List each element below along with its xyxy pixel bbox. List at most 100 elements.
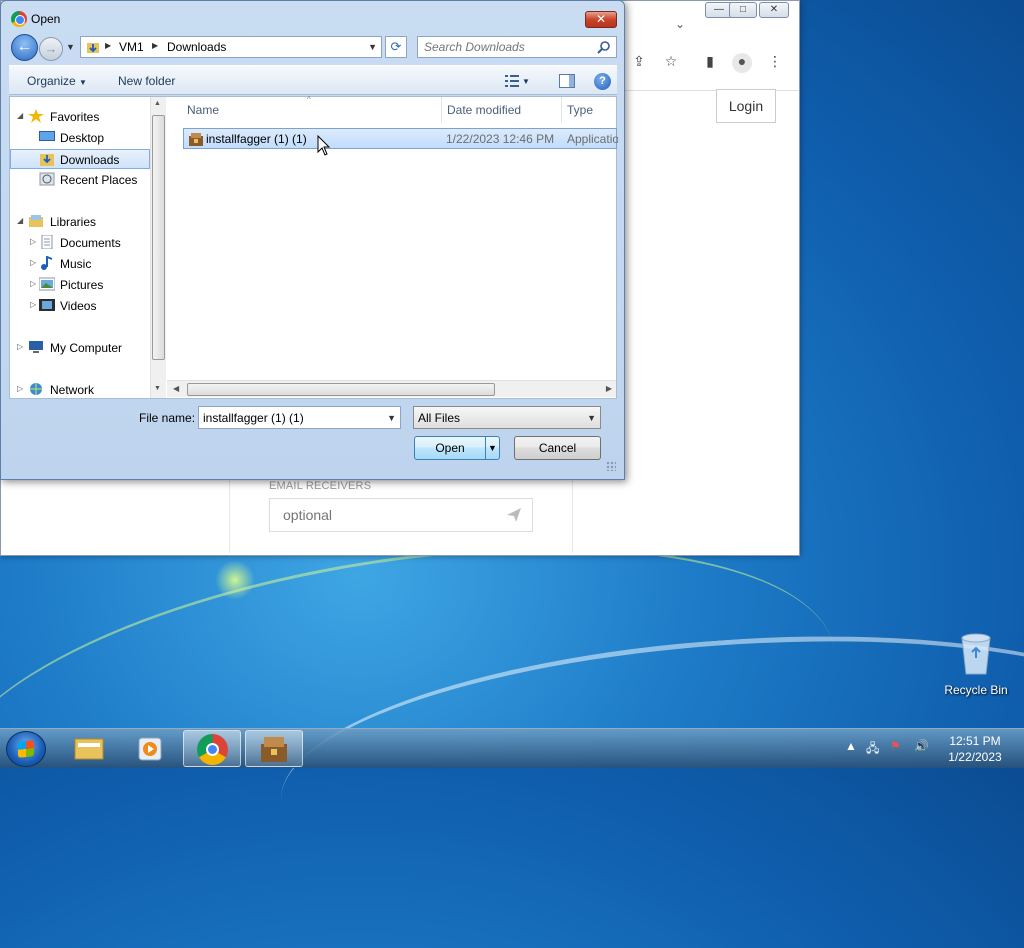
expand-arrow-icon[interactable]: ▷ — [30, 237, 36, 246]
videos-icon — [39, 299, 55, 311]
email-receivers-input[interactable] — [270, 499, 500, 531]
file-type-select[interactable]: All Files ▼ — [413, 406, 601, 429]
view-dropdown-icon[interactable]: ▼ — [522, 77, 530, 86]
file-name-label: File name: — [139, 411, 196, 425]
email-receivers-field[interactable] — [269, 498, 533, 532]
dialog-close-button[interactable]: ✕ — [585, 11, 617, 28]
recent-places-icon — [39, 172, 55, 186]
maximize-button[interactable]: □ — [729, 2, 757, 18]
resize-grip[interactable] — [606, 461, 616, 471]
collapse-arrow-icon[interactable]: ◢ — [17, 111, 23, 120]
nav-item-pictures[interactable]: ▷ Pictures — [10, 275, 150, 295]
address-bar[interactable]: ▶ VM1 ▶ Downloads ▼ — [80, 36, 382, 58]
column-header-type[interactable]: Type — [567, 103, 593, 117]
column-header-date[interactable]: Date modified — [447, 103, 521, 117]
nav-item-my-computer[interactable]: ▷ My Computer — [10, 338, 150, 358]
breadcrumb-vm1[interactable]: VM1 — [119, 40, 144, 54]
breadcrumb-downloads[interactable]: Downloads — [167, 40, 226, 54]
column-header-name[interactable]: Name — [187, 103, 219, 117]
expand-arrow-icon[interactable]: ▷ — [30, 300, 36, 309]
collapse-arrow-icon[interactable]: ◢ — [17, 216, 23, 225]
scrollbar-thumb[interactable] — [152, 115, 165, 360]
expand-arrow-icon[interactable]: ▷ — [30, 279, 36, 288]
search-box[interactable] — [417, 36, 617, 58]
side-panel-icon[interactable]: ▮ — [700, 53, 720, 73]
help-icon[interactable]: ? — [594, 73, 611, 90]
chevron-down-icon[interactable]: ⌄ — [675, 17, 685, 31]
taskbar-installer[interactable] — [245, 730, 303, 767]
expand-arrow-icon[interactable]: ▷ — [17, 342, 23, 351]
preview-pane-icon[interactable] — [559, 74, 575, 88]
file-name-dropdown-icon[interactable]: ▼ — [387, 413, 396, 423]
search-icon[interactable] — [597, 40, 611, 54]
forward-button[interactable]: → — [39, 37, 63, 61]
chevron-down-icon: ▼ — [587, 413, 596, 423]
taskbar-chrome[interactable] — [183, 730, 241, 767]
volume-icon[interactable]: 🔊 — [914, 739, 929, 753]
network-status-icon[interactable]: 🖧 — [866, 739, 879, 760]
share-icon[interactable]: ⇪ — [629, 53, 649, 73]
send-icon[interactable] — [506, 507, 522, 523]
recycle-bin[interactable]: Recycle Bin — [938, 628, 1014, 708]
scrollbar-thumb[interactable] — [187, 383, 495, 396]
navigation-pane: ◢ Favorites Desktop Downloads Recent Pla… — [10, 97, 166, 398]
scroll-down-icon[interactable]: ▼ — [154, 385, 161, 392]
scroll-right-icon[interactable]: ▶ — [606, 384, 612, 393]
application-icon — [261, 737, 287, 762]
refresh-button[interactable]: ⟳ — [385, 36, 407, 58]
column-divider[interactable] — [441, 97, 442, 123]
start-button[interactable] — [6, 731, 46, 767]
breadcrumb-arrow-icon[interactable]: ▶ — [152, 41, 158, 50]
back-button[interactable]: ← — [11, 34, 38, 61]
file-name-combobox[interactable]: ▼ — [198, 406, 401, 429]
cancel-button[interactable]: Cancel — [514, 436, 601, 460]
nav-item-favorites[interactable]: ◢ Favorites — [10, 107, 150, 127]
login-button[interactable]: Login — [716, 89, 776, 123]
address-dropdown-icon[interactable]: ▼ — [368, 42, 377, 52]
network-icon — [30, 383, 42, 395]
open-split-dropdown-icon[interactable]: ▼ — [485, 437, 499, 459]
change-view-icon[interactable] — [505, 75, 519, 87]
dialog-title: Open — [31, 12, 61, 26]
nav-item-network[interactable]: ▷ Network — [10, 380, 150, 400]
sort-ascending-icon: ^ — [307, 95, 311, 104]
navigation-scrollbar[interactable]: ▲ ▼ — [150, 97, 166, 398]
taskbar-explorer[interactable] — [61, 730, 119, 767]
expand-arrow-icon[interactable]: ▷ — [30, 258, 36, 267]
organize-button[interactable]: Organize ▼ — [27, 74, 87, 88]
nav-label: Downloads — [60, 153, 120, 167]
column-divider[interactable] — [561, 97, 562, 123]
system-clock[interactable]: 12:51 PM 1/22/2023 — [930, 733, 1020, 765]
desktop-icon — [39, 131, 55, 141]
menu-icon[interactable]: ⋮ — [765, 53, 785, 73]
nav-item-music[interactable]: ▷ Music — [10, 254, 150, 274]
nav-item-videos[interactable]: ▷ Videos — [10, 296, 150, 316]
profile-icon[interactable]: ● — [732, 53, 752, 73]
close-window-button[interactable]: ✕ — [759, 2, 789, 18]
breadcrumb-arrow-icon[interactable]: ▶ — [105, 41, 111, 50]
taskbar-media-player[interactable] — [121, 730, 179, 767]
action-center-icon[interactable]: ⚑ — [890, 739, 901, 753]
nav-item-documents[interactable]: ▷ Documents — [10, 233, 150, 253]
nav-label: Network — [50, 383, 95, 397]
pictures-icon — [39, 277, 55, 291]
scroll-left-icon[interactable]: ◀ — [173, 384, 179, 393]
file-row[interactable]: installfagger (1) (1) 1/22/2023 12:46 PM… — [183, 128, 618, 149]
star-icon[interactable]: ☆ — [661, 53, 681, 73]
downloads-folder-icon — [87, 43, 99, 53]
search-input[interactable] — [418, 37, 593, 57]
nav-item-downloads[interactable]: Downloads — [10, 149, 150, 169]
nav-item-libraries[interactable]: ◢ Libraries — [10, 212, 150, 232]
open-file-dialog: Open ✕ ← → ▼ ▶ VM1 ▶ Downloads ▼ ⟳ Organ… — [0, 0, 625, 480]
new-folder-button[interactable]: New folder — [118, 74, 175, 88]
show-hidden-icons[interactable]: ▲ — [845, 739, 857, 753]
file-name-input[interactable] — [199, 407, 384, 428]
scroll-up-icon[interactable]: ▲ — [154, 100, 161, 107]
nav-item-desktop[interactable]: Desktop — [10, 128, 150, 148]
nav-item-recent-places[interactable]: Recent Places — [10, 170, 150, 190]
email-receivers-label: EMAIL RECEIVERS — [269, 480, 372, 492]
file-list-scrollbar[interactable]: ◀ ▶ — [167, 380, 616, 397]
expand-arrow-icon[interactable]: ▷ — [17, 384, 23, 393]
recent-locations-dropdown[interactable]: ▼ — [66, 42, 75, 52]
open-button[interactable]: Open ▼ — [414, 436, 500, 460]
